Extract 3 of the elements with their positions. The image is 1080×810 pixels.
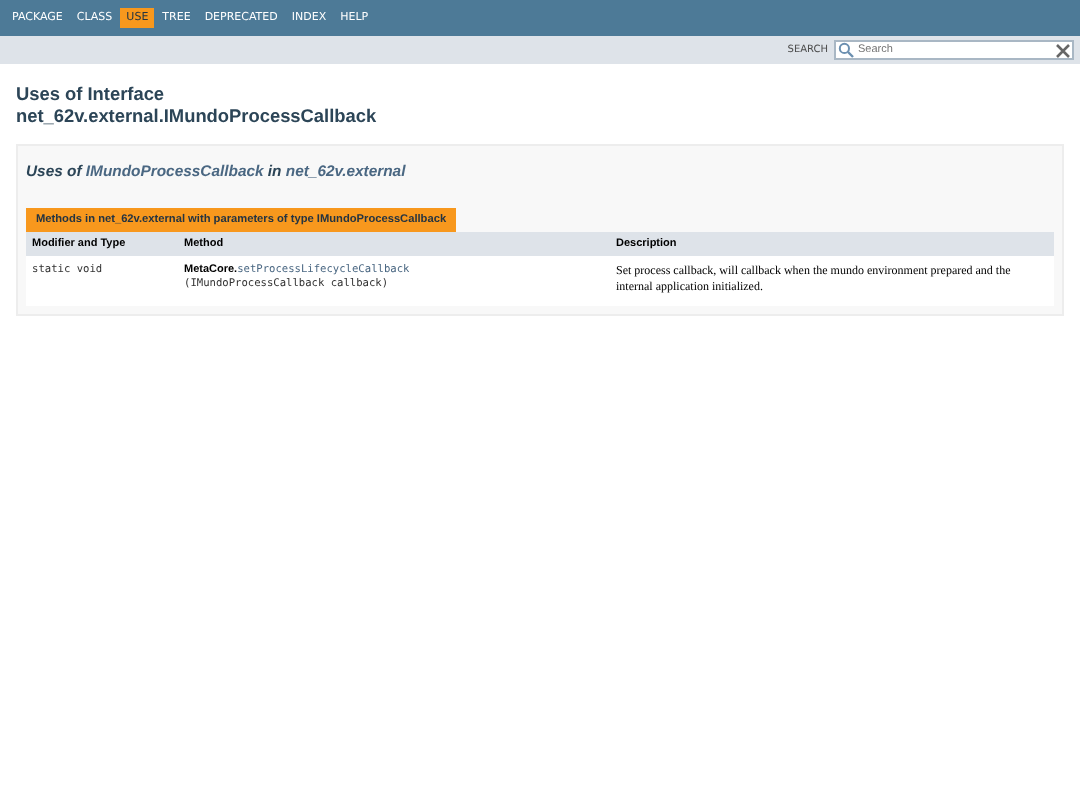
page-title: Uses of Interface <box>16 84 167 106</box>
page-title: net_62v.external.IMundoProcessCallback <box>16 106 379 128</box>
clear-icon[interactable] <box>1056 43 1070 57</box>
